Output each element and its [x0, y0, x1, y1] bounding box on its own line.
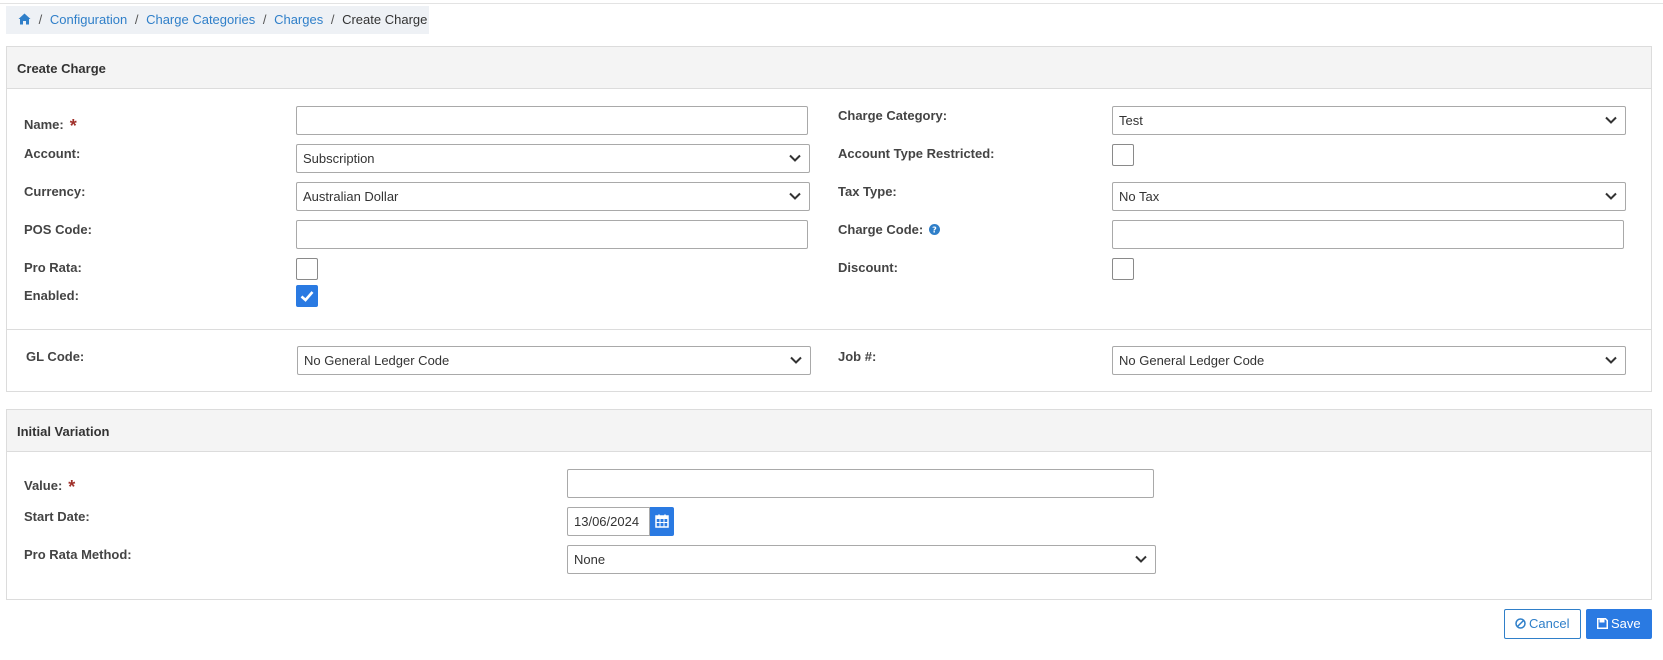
- charge-code-label-text: Charge Code:: [838, 222, 924, 237]
- breadcrumb: / Configuration / Charge Categories / Ch…: [6, 6, 429, 34]
- breadcrumb-charges-link[interactable]: Charges: [274, 12, 323, 27]
- question-circle-icon[interactable]: ?: [928, 224, 940, 235]
- account-select-value: Subscription: [303, 151, 375, 166]
- discount-checkbox[interactable]: [1112, 258, 1134, 280]
- create-charge-panel: Create Charge Name: * Account: Subscripti…: [6, 46, 1652, 392]
- chevron-down-icon: [1605, 356, 1617, 364]
- pos-code-input[interactable]: [296, 220, 808, 249]
- tax-type-select-value: No Tax: [1119, 189, 1160, 204]
- ban-icon: [1515, 618, 1526, 629]
- value-label-text: Value:: [24, 478, 63, 493]
- initial-variation-panel: Initial Variation Value: * Start Date: 13…: [6, 409, 1652, 600]
- chevron-down-icon: [1135, 555, 1147, 563]
- breadcrumb-separator: /: [134, 12, 139, 27]
- account-type-restricted-label: Account Type Restricted:: [838, 146, 995, 161]
- breadcrumb-separator: /: [38, 12, 43, 27]
- tax-type-label: Tax Type:: [838, 184, 897, 199]
- breadcrumb-configuration-link[interactable]: Configuration: [50, 12, 127, 27]
- cancel-button[interactable]: Cancel: [1504, 609, 1581, 639]
- floppy-disk-icon: [1597, 618, 1608, 629]
- name-label: Name: *: [24, 113, 77, 136]
- currency-label: Currency:: [24, 184, 86, 199]
- account-select[interactable]: Subscription: [296, 144, 810, 173]
- job-number-label: Job #:: [838, 349, 877, 364]
- chevron-down-icon: [790, 356, 802, 364]
- initial-variation-title: Initial Variation: [7, 410, 1651, 452]
- calendar-icon: [655, 514, 669, 528]
- section-divider: [7, 329, 1651, 330]
- home-icon[interactable]: [18, 13, 31, 28]
- chevron-down-icon: [1605, 116, 1617, 124]
- charge-code-label: Charge Code: ?: [838, 222, 940, 237]
- gl-code-select[interactable]: No General Ledger Code: [297, 346, 811, 375]
- charge-category-label: Charge Category:: [838, 108, 948, 123]
- gl-code-label: GL Code:: [26, 349, 85, 364]
- pro-rata-method-select[interactable]: None: [567, 545, 1156, 574]
- cancel-button-label: Cancel: [1529, 616, 1570, 631]
- pro-rata-method-label: Pro Rata Method:: [24, 547, 132, 562]
- save-button[interactable]: Save: [1586, 609, 1652, 639]
- charge-category-select-value: Test: [1119, 113, 1143, 128]
- enabled-label: Enabled:: [24, 288, 79, 303]
- required-marker: *: [69, 116, 77, 136]
- pos-code-label: POS Code:: [24, 222, 92, 237]
- breadcrumb-charge-categories-link[interactable]: Charge Categories: [146, 12, 255, 27]
- charge-code-input[interactable]: [1112, 220, 1624, 249]
- job-number-select-value: No General Ledger Code: [1119, 353, 1265, 368]
- currency-select[interactable]: Australian Dollar: [296, 182, 810, 211]
- job-number-select[interactable]: No General Ledger Code: [1112, 346, 1626, 375]
- chevron-down-icon: [1605, 192, 1617, 200]
- save-button-label: Save: [1611, 616, 1641, 631]
- name-label-text: Name:: [24, 117, 64, 132]
- tax-type-select[interactable]: No Tax: [1112, 182, 1626, 211]
- gl-code-select-value: No General Ledger Code: [304, 353, 450, 368]
- svg-text:?: ?: [932, 226, 937, 235]
- calendar-button[interactable]: [650, 507, 674, 536]
- breadcrumb-separator: /: [262, 12, 267, 27]
- value-label: Value: *: [24, 474, 76, 497]
- breadcrumb-current: Create Charge: [342, 12, 428, 27]
- enabled-checkbox[interactable]: [296, 285, 318, 307]
- checkmark-icon: [300, 291, 314, 302]
- value-input[interactable]: [567, 469, 1154, 498]
- account-label: Account:: [24, 146, 81, 161]
- create-charge-title: Create Charge: [7, 47, 1651, 89]
- currency-select-value: Australian Dollar: [303, 189, 399, 204]
- pro-rata-checkbox[interactable]: [296, 258, 318, 280]
- top-divider: [0, 0, 1663, 4]
- discount-label: Discount:: [838, 260, 898, 275]
- required-marker: *: [68, 477, 76, 497]
- pro-rata-label: Pro Rata:: [24, 260, 82, 275]
- chevron-down-icon: [789, 154, 801, 162]
- chevron-down-icon: [789, 192, 801, 200]
- account-type-restricted-checkbox[interactable]: [1112, 144, 1134, 166]
- start-date-label: Start Date:: [24, 509, 90, 524]
- start-date-input[interactable]: 13/06/2024: [567, 507, 650, 536]
- charge-category-select[interactable]: Test: [1112, 106, 1626, 135]
- name-input[interactable]: [296, 106, 808, 135]
- breadcrumb-separator: /: [330, 12, 335, 27]
- pro-rata-method-select-value: None: [574, 552, 606, 567]
